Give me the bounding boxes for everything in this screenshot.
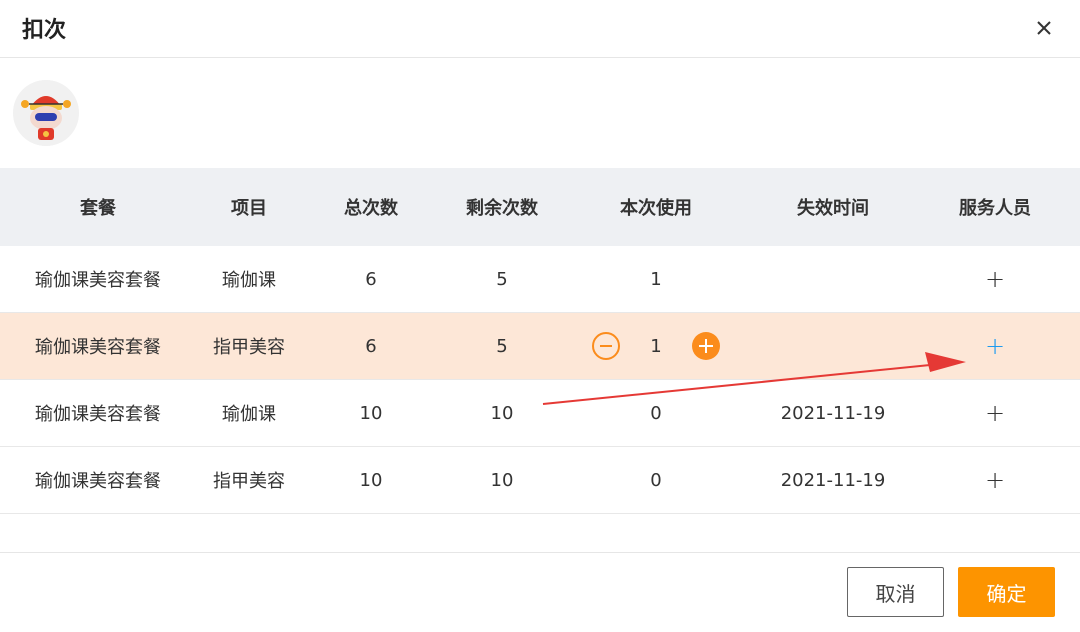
table-row: 瑜伽课美容套餐 瑜伽课 6 5 1 + <box>0 246 1080 313</box>
use-value: 0 <box>650 402 662 424</box>
use-cell: 0 <box>564 403 748 424</box>
table-row: 瑜伽课美容套餐 瑜伽课 10 10 0 2021-11-19 + <box>0 380 1080 447</box>
cancel-button[interactable]: 取消 <box>847 567 944 617</box>
add-staff-plus-icon[interactable]: + <box>985 399 1005 427</box>
table-row: 瑜伽课美容套餐 指甲美容 10 10 0 2021-11-19 + <box>0 447 1080 514</box>
col-header-package: 套餐 <box>80 198 116 219</box>
item-cell: 指甲美容 <box>213 337 285 358</box>
col-header-expire: 失效时间 <box>797 198 869 219</box>
add-staff-plus-icon[interactable]: + <box>985 466 1005 494</box>
dialog-header: 扣次 <box>0 0 1080 58</box>
total-cell: 6 <box>365 268 377 290</box>
staff-cell: + <box>918 466 1072 494</box>
item-cell: 瑜伽课 <box>222 404 276 425</box>
total-cell: 10 <box>359 469 383 491</box>
deduct-dialog: 扣次 套餐 项目 总次数 剩余次数 本次使用 失效时间 服务人员 瑜伽课美容套餐… <box>0 0 1080 632</box>
table-row-selected: 瑜伽课美容套餐 指甲美容 6 5 1 + <box>0 313 1080 380</box>
avatar <box>13 80 79 146</box>
remaining-cell: 5 <box>496 335 508 357</box>
dialog-footer: 取消 确定 <box>0 552 1080 632</box>
minus-circle-icon[interactable] <box>592 332 621 360</box>
remaining-cell: 10 <box>490 469 514 491</box>
expire-cell: 2021-11-19 <box>780 469 886 491</box>
staff-cell: + <box>918 399 1072 427</box>
package-cell: 瑜伽课美容套餐 <box>35 404 161 425</box>
col-header-staff: 服务人员 <box>959 198 1031 219</box>
use-cell: 0 <box>564 470 748 491</box>
use-value: 0 <box>650 469 662 491</box>
use-value: 1 <box>650 335 662 357</box>
add-staff-plus-icon[interactable]: + <box>985 332 1005 360</box>
package-cell: 瑜伽课美容套餐 <box>35 471 161 492</box>
package-cell: 瑜伽课美容套餐 <box>35 270 161 291</box>
item-cell: 指甲美容 <box>213 471 285 492</box>
staff-cell: + <box>918 332 1072 360</box>
col-header-total: 总次数 <box>344 198 398 219</box>
col-header-remaining: 剩余次数 <box>466 198 538 219</box>
staff-cell: + <box>918 265 1072 293</box>
total-cell: 10 <box>359 402 383 424</box>
col-header-use: 本次使用 <box>620 198 692 219</box>
plus-circle-icon[interactable] <box>691 332 720 360</box>
use-cell: 1 <box>564 269 748 290</box>
expire-cell: 2021-11-19 <box>780 402 886 424</box>
use-stepper: 1 <box>564 332 748 360</box>
add-staff-plus-icon[interactable]: + <box>985 265 1005 293</box>
close-icon[interactable] <box>1030 14 1058 42</box>
confirm-button[interactable]: 确定 <box>958 567 1055 617</box>
use-value: 1 <box>650 268 662 290</box>
package-table: 套餐 项目 总次数 剩余次数 本次使用 失效时间 服务人员 瑜伽课美容套餐 瑜伽… <box>0 168 1080 514</box>
package-cell: 瑜伽课美容套餐 <box>35 337 161 358</box>
dialog-title: 扣次 <box>22 18 67 43</box>
total-cell: 6 <box>365 335 377 357</box>
remaining-cell: 10 <box>490 402 514 424</box>
col-header-item: 项目 <box>231 198 267 219</box>
table-header: 套餐 项目 总次数 剩余次数 本次使用 失效时间 服务人员 <box>0 168 1080 246</box>
remaining-cell: 5 <box>496 268 508 290</box>
item-cell: 瑜伽课 <box>222 270 276 291</box>
